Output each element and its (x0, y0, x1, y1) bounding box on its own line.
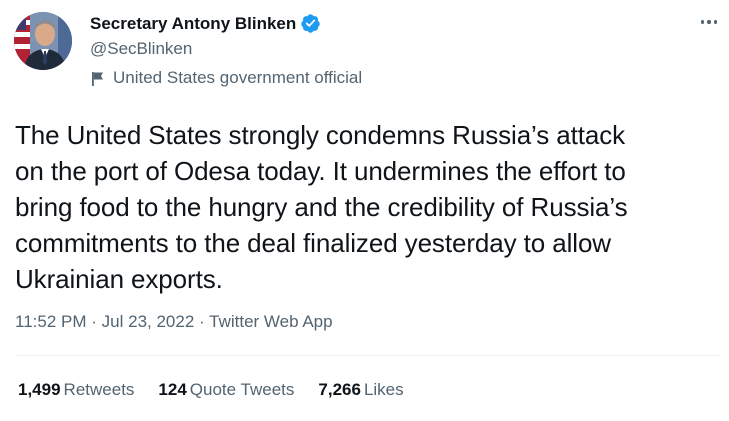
retweets-stat[interactable]: 1,499 Retweets (18, 380, 134, 400)
avatar[interactable] (14, 12, 72, 70)
tweet-time: 11:52 PM (15, 312, 87, 331)
tweet-text-line: The United States strongly condemns Russ… (15, 120, 626, 150)
quote-tweets-count: 124 (158, 380, 187, 399)
quote-tweets-label: Quote Tweets (189, 380, 295, 399)
tweet-text-line: commitments to the deal finalized yester… (15, 228, 611, 258)
tweet-meta: 11:52 PM · Jul 23, 2022 · Twitter Web Ap… (15, 312, 333, 332)
tweet-text-line: bring food to the hungry and the credibi… (15, 192, 628, 222)
flag-icon (90, 70, 107, 87)
more-icon[interactable] (696, 12, 722, 32)
meta-separator: · (199, 312, 205, 331)
tweet-source-link[interactable]: Twitter Web App (209, 312, 332, 331)
divider (15, 355, 720, 356)
tweet-time-link[interactable]: 11:52 PM · Jul 23, 2022 (15, 312, 194, 331)
author-handle[interactable]: @SecBlinken (90, 39, 192, 59)
author-name[interactable]: Secretary Antony Blinken (90, 14, 296, 34)
government-label-text: United States government official (113, 68, 363, 87)
likes-count: 7,266 (318, 380, 361, 399)
tweet-text-line: Ukrainian exports. (15, 264, 223, 294)
likes-stat[interactable]: 7,266 Likes (318, 380, 403, 400)
government-label: United States government official (90, 68, 362, 88)
tweet-text-line: on the port of Odesa today. It undermine… (15, 156, 626, 186)
likes-label: Likes (363, 380, 404, 399)
retweets-count: 1,499 (18, 380, 61, 399)
tweet: Secretary Antony Blinken @SecBlinken Uni… (0, 0, 729, 421)
verified-badge-icon (300, 13, 321, 34)
meta-separator: · (91, 312, 97, 331)
retweets-label: Retweets (63, 380, 135, 399)
tweet-text: The United States strongly condemns Russ… (15, 117, 720, 297)
author-name-row[interactable]: Secretary Antony Blinken (90, 13, 321, 34)
quote-tweets-stat[interactable]: 124 Quote Tweets (158, 380, 294, 400)
tweet-date: Jul 23, 2022 (101, 312, 195, 331)
tweet-stats: 1,499 Retweets 124 Quote Tweets 7,266 Likes (18, 380, 428, 400)
